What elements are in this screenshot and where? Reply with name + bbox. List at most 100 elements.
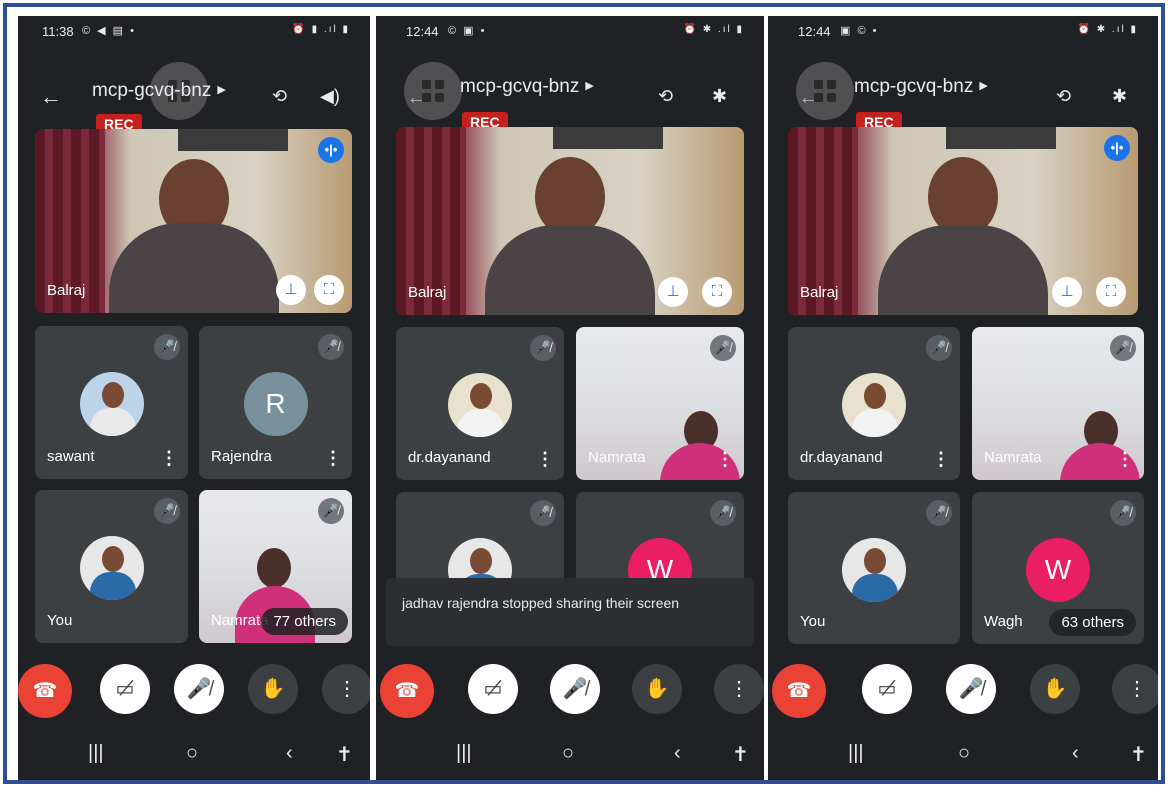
more-options-icon[interactable]: ⋮ bbox=[932, 450, 950, 468]
meeting-header: ← mcp-gcvq-bnz ▶ REC ⟲ ◀) bbox=[18, 56, 370, 134]
avatar-letter: W bbox=[1026, 538, 1090, 602]
meeting-code[interactable]: mcp-gcvq-bnz ▶ bbox=[854, 76, 988, 98]
end-call-button[interactable]: ☎ bbox=[380, 664, 434, 718]
participant-name: You bbox=[800, 613, 826, 630]
mic-off-icon: 🎤̸ bbox=[530, 500, 556, 526]
participant-tile[interactable]: 🎤̸ dr.dayanand ⋮ bbox=[788, 327, 960, 480]
wall-frame bbox=[177, 129, 288, 151]
home-icon[interactable]: ○ bbox=[958, 742, 970, 765]
more-options-button[interactable]: ⋮ bbox=[714, 664, 764, 714]
main-speaker-tile[interactable]: Balraj ⊥ ⛶ bbox=[396, 127, 744, 315]
caret-right-icon: ▶ bbox=[585, 80, 594, 92]
wall-frame bbox=[945, 127, 1056, 149]
back-icon[interactable]: ‹ bbox=[674, 742, 681, 765]
mic-off-icon: 🎤̸ bbox=[154, 498, 180, 524]
meeting-code[interactable]: mcp-gcvq-bnz ▶ bbox=[92, 80, 226, 102]
signal-battery-icons: ⏰ ✱ .ıl ▮ bbox=[1077, 24, 1138, 35]
mic-off-icon: 🎤̸ bbox=[154, 334, 180, 360]
speaker-body bbox=[485, 225, 655, 315]
others-count-pill[interactable]: 63 others bbox=[1049, 609, 1136, 636]
camera-off-button[interactable]: ▭̸ bbox=[100, 664, 150, 714]
more-options-icon[interactable]: ⋮ bbox=[1116, 450, 1134, 468]
recents-icon[interactable]: ||| bbox=[848, 742, 864, 765]
home-icon[interactable]: ○ bbox=[562, 742, 574, 765]
home-icon[interactable]: ○ bbox=[186, 742, 198, 765]
more-options-button[interactable]: ⋮ bbox=[1112, 664, 1158, 714]
call-controls: ☎ ▭̸ 🎤̸ ✋ ⋮ bbox=[376, 664, 764, 718]
participant-tile[interactable]: 🎤̸ W bbox=[576, 492, 744, 592]
speaking-indicator-icon: •|• bbox=[318, 137, 344, 163]
participant-tile[interactable]: 🎤̸ R Rajendra ⋮ bbox=[199, 326, 352, 479]
bluetooth-icon[interactable]: ✱ bbox=[712, 86, 727, 107]
pin-icon[interactable]: ⊥ bbox=[276, 275, 306, 305]
back-icon[interactable]: ‹ bbox=[286, 742, 293, 765]
participant-tile-self[interactable]: 🎤̸ You bbox=[788, 492, 960, 644]
participant-tile[interactable]: 🎤̸ dr.dayanand ⋮ bbox=[396, 327, 564, 480]
participant-tile-self[interactable]: 🎤̸ bbox=[396, 492, 564, 592]
mic-off-button[interactable]: 🎤̸ bbox=[946, 664, 996, 714]
call-controls: ☎ ▭̸ 🎤̸ ✋ ⋮ bbox=[768, 664, 1158, 718]
more-options-icon[interactable]: ⋮ bbox=[536, 450, 554, 468]
participant-name: sawant bbox=[47, 448, 95, 465]
avatar bbox=[842, 373, 906, 437]
status-bar: 12:44 ▣ © • ⏰ ✱ .ıl ▮ bbox=[768, 16, 1158, 46]
accessibility-icon[interactable]: ✝ bbox=[336, 742, 353, 767]
speaking-indicator-icon: •|• bbox=[1104, 135, 1130, 161]
layout-grid-button[interactable] bbox=[796, 62, 854, 120]
accessibility-icon[interactable]: ✝ bbox=[1130, 742, 1147, 767]
recents-icon[interactable]: ||| bbox=[456, 742, 472, 765]
more-options-icon[interactable]: ⋮ bbox=[160, 449, 178, 467]
participant-video-tile[interactable]: 🎤̸ Namrata 77 others bbox=[199, 490, 352, 643]
fullscreen-icon[interactable]: ⛶ bbox=[702, 277, 732, 307]
raise-hand-button[interactable]: ✋ bbox=[632, 664, 682, 714]
avatar bbox=[79, 536, 144, 600]
meeting-code[interactable]: mcp-gcvq-bnz ▶ bbox=[460, 76, 594, 98]
participant-video-tile[interactable]: 🎤̸ Namrata ⋮ bbox=[576, 327, 744, 480]
recents-icon[interactable]: ||| bbox=[88, 742, 104, 765]
mic-off-button[interactable]: 🎤̸ bbox=[174, 664, 224, 714]
switch-camera-icon[interactable]: ⟲ bbox=[272, 86, 287, 107]
status-time: 12:44 bbox=[798, 24, 831, 39]
pin-icon[interactable]: ⊥ bbox=[658, 277, 688, 307]
end-call-button[interactable]: ☎ bbox=[772, 664, 826, 718]
main-speaker-tile[interactable]: •|• Balraj ⊥ ⛶ bbox=[35, 129, 352, 313]
fullscreen-icon[interactable]: ⛶ bbox=[314, 275, 344, 305]
end-call-button[interactable]: ☎ bbox=[18, 664, 72, 718]
more-options-icon[interactable]: ⋮ bbox=[716, 450, 734, 468]
speaker-body bbox=[878, 225, 1048, 315]
switch-camera-icon[interactable]: ⟲ bbox=[658, 86, 673, 107]
participant-tile-self[interactable]: 🎤̸ You bbox=[35, 490, 188, 643]
avatar-letter: R bbox=[243, 372, 308, 436]
participant-video-tile[interactable]: 🎤̸ Namrata ⋮ bbox=[972, 327, 1144, 480]
pin-icon[interactable]: ⊥ bbox=[1052, 277, 1082, 307]
participant-tile[interactable]: 🎤̸ W Wagh 63 others bbox=[972, 492, 1144, 644]
main-speaker-tile[interactable]: •|• Balraj ⊥ ⛶ bbox=[788, 127, 1138, 315]
accessibility-icon[interactable]: ✝ bbox=[732, 742, 749, 767]
phone-screen-1: 11:38 © ◀ ▤ • ⏰ ▮ .ıl ▮ ← mcp-gcvq-bnz ▶ … bbox=[18, 16, 370, 780]
raise-hand-button[interactable]: ✋ bbox=[248, 664, 298, 714]
status-bar: 12:44 © ▣ • ⏰ ✱ .ıl ▮ bbox=[376, 16, 764, 46]
back-icon[interactable]: ‹ bbox=[1072, 742, 1079, 765]
participant-name: Namrata bbox=[984, 449, 1042, 466]
bluetooth-icon[interactable]: ✱ bbox=[1112, 86, 1127, 107]
mic-off-icon: 🎤̸ bbox=[926, 335, 952, 361]
caret-right-icon: ▶ bbox=[979, 80, 988, 92]
fullscreen-icon[interactable]: ⛶ bbox=[1096, 277, 1126, 307]
camera-off-button[interactable]: ▭̸ bbox=[862, 664, 912, 714]
others-count-pill[interactable]: 77 others bbox=[261, 608, 348, 635]
mic-off-icon: 🎤̸ bbox=[926, 500, 952, 526]
android-nav-bar: ||| ○ ‹ ✝ bbox=[768, 728, 1158, 780]
raise-hand-button[interactable]: ✋ bbox=[1030, 664, 1080, 714]
speaker-icon[interactable]: ◀) bbox=[320, 86, 340, 107]
switch-camera-icon[interactable]: ⟲ bbox=[1056, 86, 1071, 107]
mic-off-button[interactable]: 🎤̸ bbox=[550, 664, 600, 714]
more-options-icon[interactable]: ⋮ bbox=[324, 449, 342, 467]
participant-name: Wagh bbox=[984, 613, 1023, 630]
back-arrow-icon[interactable]: ← bbox=[40, 84, 62, 110]
participant-tile[interactable]: 🎤̸ sawant ⋮ bbox=[35, 326, 188, 479]
mic-off-icon: 🎤̸ bbox=[1110, 335, 1136, 361]
more-options-button[interactable]: ⋮ bbox=[322, 664, 370, 714]
layout-grid-button[interactable] bbox=[404, 62, 462, 120]
camera-off-button[interactable]: ▭̸ bbox=[468, 664, 518, 714]
participant-name: Rajendra bbox=[211, 448, 272, 465]
